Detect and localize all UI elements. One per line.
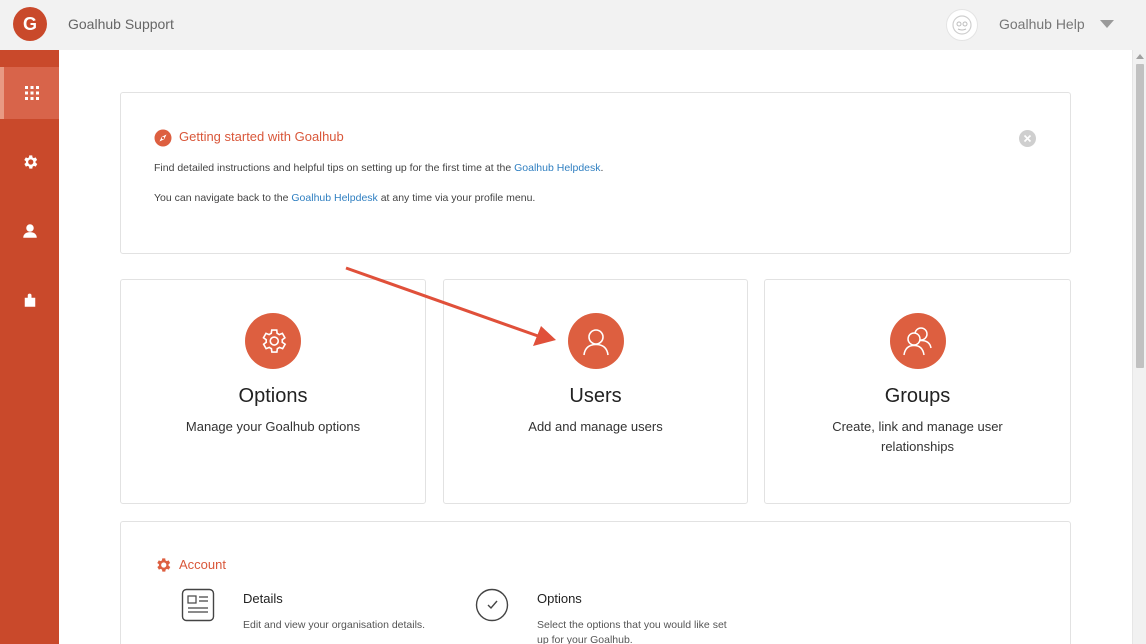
tile-icon-circle [567, 313, 624, 369]
tile-icon-circle [889, 313, 946, 369]
sidebar-item-settings[interactable] [0, 136, 59, 188]
notice-text-line-2: You can navigate back to the Goalhub Hel… [154, 192, 535, 204]
checkmark-circle-icon[interactable] [475, 588, 509, 622]
tile-title: Options [238, 385, 308, 407]
tile-subtitle: Create, link and manage user relationshi… [832, 419, 1003, 454]
account-section: Account Details Edit and view your organ… [120, 521, 1071, 644]
account-section-title: Account [179, 557, 226, 572]
gear-icon [23, 155, 37, 169]
gear-icon [262, 329, 287, 353]
plugin-icon [24, 293, 35, 307]
gear-icon [157, 558, 171, 572]
app-title: Goalhub Support [68, 16, 174, 32]
vertical-scrollbar[interactable] [1132, 50, 1146, 644]
options-tile[interactable]: Options Manage your Goalhub options [120, 279, 426, 504]
account-options-link[interactable]: Options [537, 591, 582, 606]
top-bar: G Goalhub Support Goalhub Help [0, 0, 1146, 50]
groups-tile[interactable]: Groups Create, link and manage user rela… [764, 279, 1071, 504]
sidebar [0, 50, 59, 644]
notice-text: You can navigate back to the [154, 192, 292, 204]
close-notice-button[interactable] [1019, 130, 1036, 147]
user-icon [582, 329, 609, 356]
users-tile[interactable]: Users Add and manage users [443, 279, 748, 504]
notice-title: Getting started with Goalhub [179, 129, 344, 144]
close-icon [1023, 134, 1032, 143]
account-options-description: Select the options that you would like s… [537, 619, 727, 644]
details-card-icon[interactable] [181, 588, 215, 622]
notice-text: Find detailed instructions and helpful t… [154, 162, 515, 174]
tile-subtitle: Add and manage users [528, 419, 663, 434]
helpdesk-link[interactable]: Goalhub Helpdesk [514, 162, 600, 174]
tile-icon-circle [245, 313, 301, 369]
sidebar-item-integrations[interactable] [0, 274, 59, 326]
sidebar-item-users[interactable] [0, 205, 59, 257]
apps-grid-icon [24, 86, 39, 100]
tile-title: Groups [884, 385, 951, 407]
getting-started-notice: Getting started with Goalhub Find detail… [120, 92, 1071, 254]
tile-subtitle: Manage your Goalhub options [185, 419, 361, 434]
helpdesk-link[interactable]: Goalhub Helpdesk [291, 192, 377, 204]
account-details-description: Edit and view your organisation details. [243, 619, 426, 631]
compass-icon [154, 129, 172, 147]
profile-name[interactable]: Goalhub Help [999, 16, 1085, 32]
profile-avatar[interactable] [946, 9, 978, 41]
scrollbar-thumb[interactable] [1136, 64, 1144, 368]
group-icon [902, 327, 932, 356]
notice-text-line-1: Find detailed instructions and helpful t… [154, 162, 603, 174]
scroll-up-arrow-icon[interactable] [1136, 54, 1144, 59]
notice-text: at any time via your profile menu. [377, 192, 536, 204]
notice-text: . [600, 162, 604, 174]
account-details-link[interactable]: Details [243, 591, 283, 606]
chevron-down-icon[interactable] [1100, 20, 1114, 28]
sidebar-item-apps[interactable] [0, 67, 59, 119]
main-content: Getting started with Goalhub Find detail… [59, 50, 1132, 644]
user-icon [22, 224, 37, 238]
tile-title: Users [569, 385, 622, 407]
avatar-face-icon [952, 15, 972, 35]
goalhub-logo[interactable]: G [13, 7, 47, 41]
